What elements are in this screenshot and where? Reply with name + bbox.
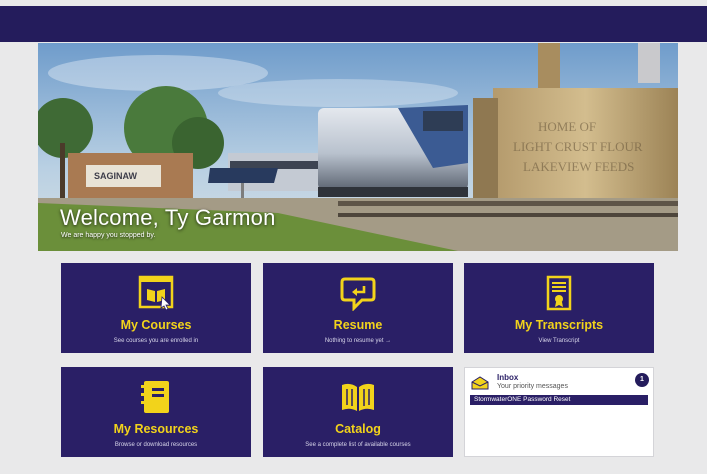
resume-icon	[340, 277, 376, 311]
hero-banner: HOME OF LIGHT CRUST FLOUR LAKEVIEW FEEDS…	[38, 43, 678, 251]
inbox-title: Inbox	[497, 373, 519, 382]
tile-my-resources[interactable]: My Resources Browse or download resource…	[61, 367, 251, 457]
tile-title: My Resources	[113, 422, 199, 436]
courses-icon	[138, 275, 174, 311]
inbox-message-item[interactable]: StormwaterONE Password Reset	[470, 395, 648, 405]
transcript-icon	[546, 275, 572, 311]
svg-text:LAKEVIEW FEEDS: LAKEVIEW FEEDS	[523, 159, 634, 174]
svg-text:HOME OF: HOME OF	[538, 119, 596, 134]
tile-my-transcripts[interactable]: My Transcripts View Transcript	[464, 263, 654, 353]
catalog-icon	[342, 383, 374, 411]
top-banner	[0, 6, 707, 42]
tile-subtitle: View Transcript	[538, 338, 580, 344]
inbox-subtitle: Your priority messages	[497, 383, 568, 390]
resources-icon	[141, 381, 169, 413]
inbox-count-badge: 1	[635, 373, 649, 387]
welcome-subtitle: We are happy you stopped by.	[61, 232, 156, 239]
tile-catalog[interactable]: Catalog See a complete list of available…	[263, 367, 453, 457]
tile-resume[interactable]: Resume Nothing to resume yet →	[263, 263, 453, 353]
welcome-heading: Welcome, Ty Garmon	[60, 205, 276, 230]
tile-subtitle: See courses you are enrolled in	[113, 338, 199, 344]
svg-text:LIGHT CRUST FLOUR: LIGHT CRUST FLOUR	[513, 139, 643, 154]
envelope-open-icon	[471, 376, 489, 390]
tile-title: My Transcripts	[514, 318, 604, 332]
inbox-panel[interactable]: Inbox Your priority messages 1 Stormwate…	[464, 367, 654, 457]
tile-subtitle: Browse or download resources	[114, 442, 198, 448]
tile-title: Catalog	[335, 422, 381, 436]
tile-subtitle: Nothing to resume yet →	[324, 338, 392, 344]
tile-subtitle: See a complete list of available courses	[305, 442, 411, 448]
tile-my-courses[interactable]: My Courses See courses you are enrolled …	[61, 263, 251, 353]
tile-title: My Courses	[120, 318, 192, 332]
tile-title: Resume	[333, 318, 383, 332]
svg-text:SAGINAW: SAGINAW	[94, 171, 138, 181]
